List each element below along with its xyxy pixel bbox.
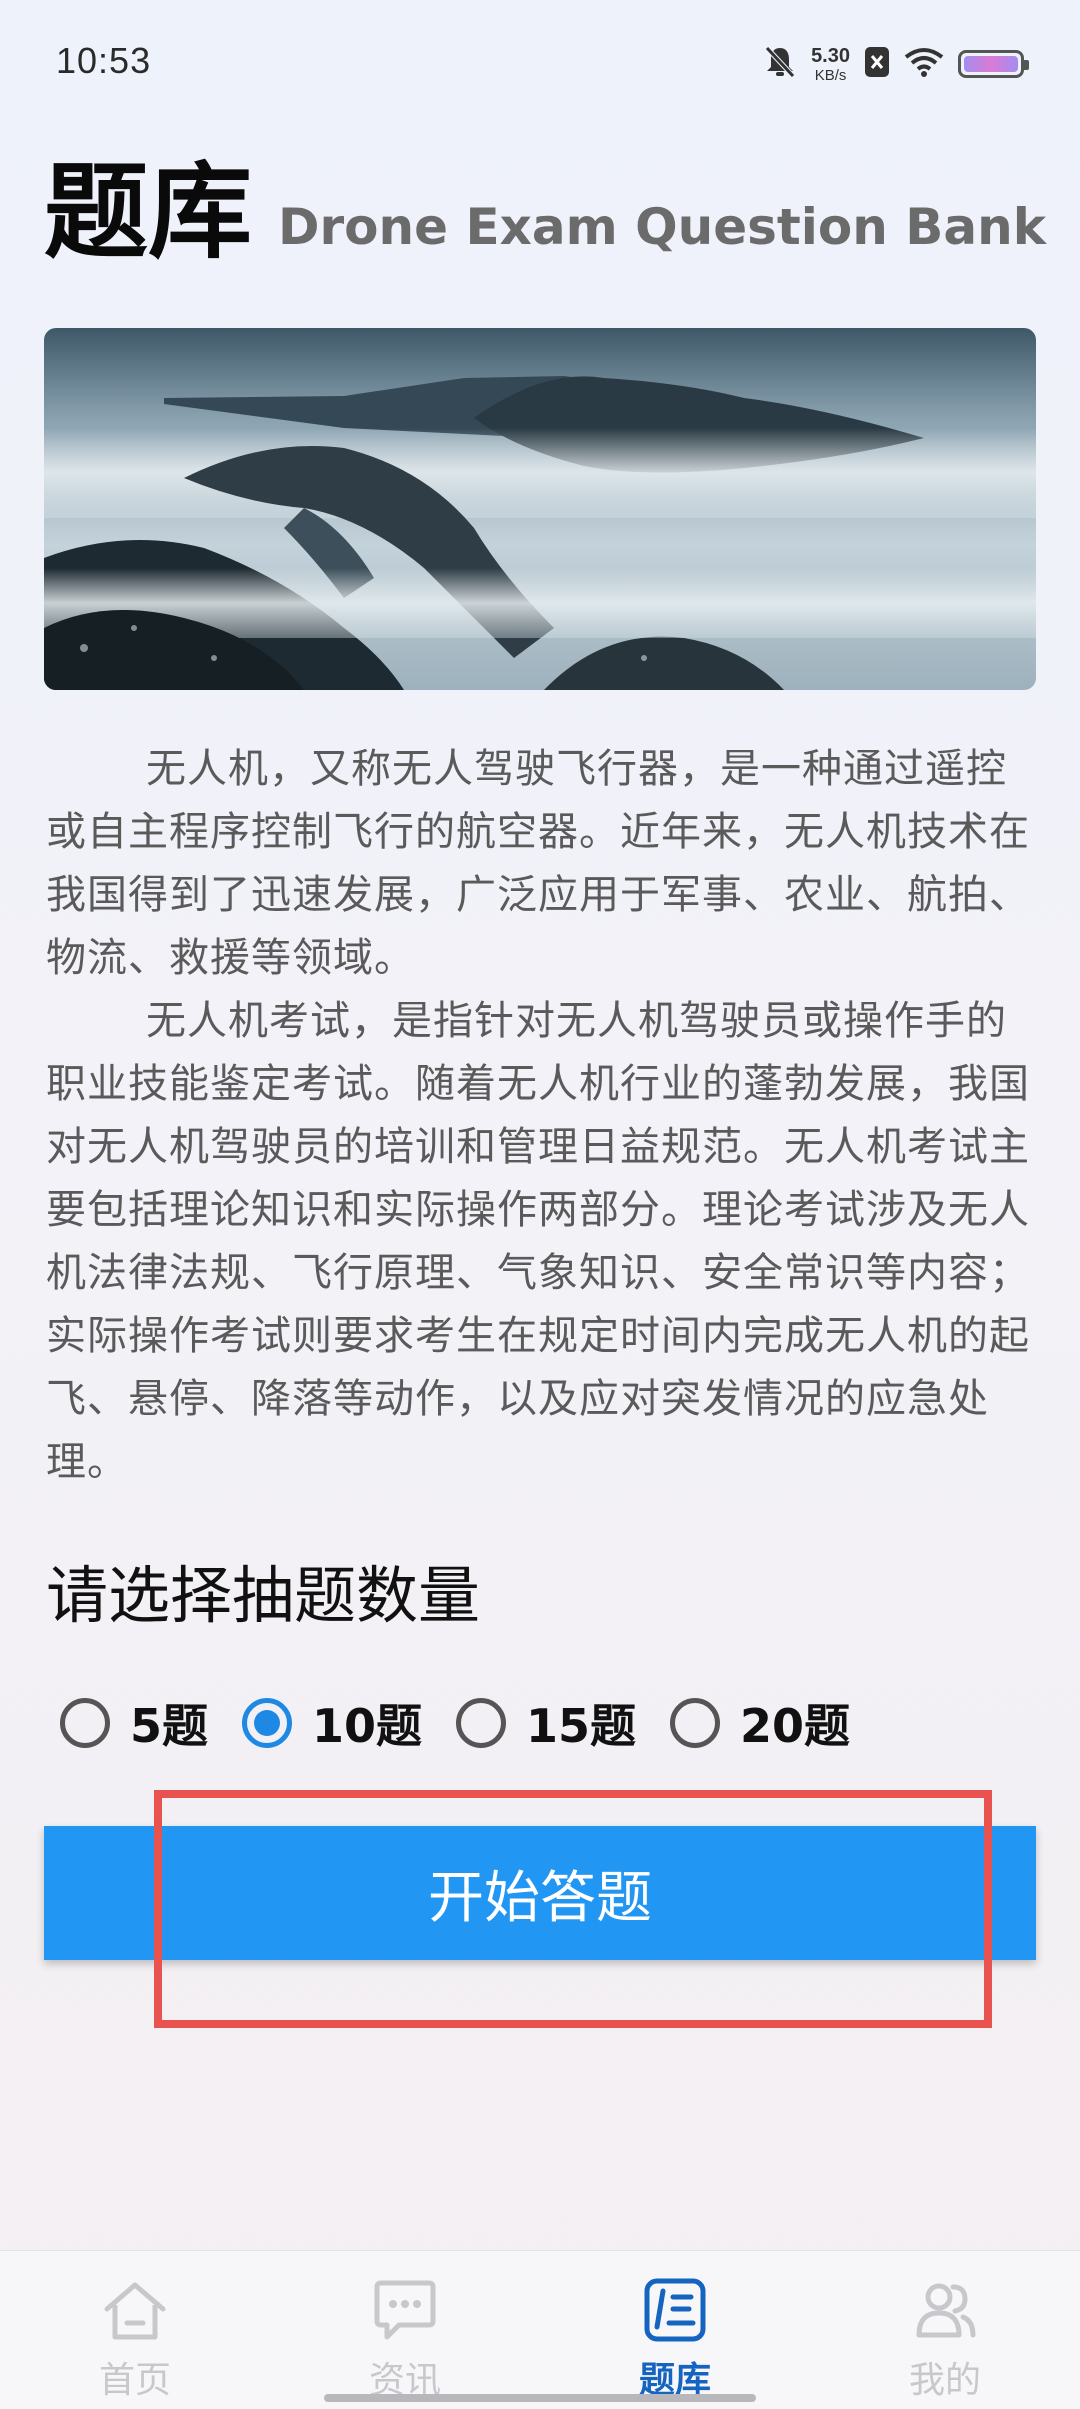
net-speed-value: 5.30 xyxy=(811,44,850,67)
radio-circle[interactable] xyxy=(670,1698,721,1748)
radio-option-20[interactable]: 20题 xyxy=(670,1690,850,1756)
home-indicator xyxy=(324,2394,756,2402)
bell-muted-icon xyxy=(763,44,797,84)
nav-label-home: 首页 xyxy=(98,2360,171,2401)
status-time: 10:53 xyxy=(56,40,152,81)
home-icon xyxy=(99,2277,171,2347)
battery-fill xyxy=(964,56,1018,72)
radio-label: 5题 xyxy=(130,1699,209,1753)
start-quiz-button[interactable]: 开始答题 xyxy=(44,1826,1036,1960)
question-bank-icon xyxy=(639,2277,711,2347)
intro-paragraph-2: 无人机考试，是指针对无人机驾驶员或操作手的职业技能鉴定考试。随着无人机行业的蓬勃… xyxy=(46,998,1030,1485)
net-speed: 5.30 KB/s xyxy=(811,46,850,83)
intro-paragraph-1: 无人机，又称无人驾驶飞行器，是一种通过遥控或自主程序控制飞行的航空器。近年来，无… xyxy=(46,746,1030,981)
radio-option-5[interactable]: 5题 xyxy=(60,1690,208,1756)
chat-icon xyxy=(369,2277,441,2347)
page-subtitle: Drone Exam Question Bank xyxy=(278,198,1046,256)
radio-circle[interactable] xyxy=(456,1698,507,1748)
radio-label: 20题 xyxy=(740,1699,851,1753)
nav-item-home[interactable]: 首页 xyxy=(0,2251,270,2409)
radio-circle[interactable] xyxy=(60,1698,110,1748)
page-heading: 题库 Drone Exam Question Bank xyxy=(44,160,1046,264)
question-count-radio-group: 5题 10题 15题 20题 xyxy=(60,1690,884,1756)
bottom-nav: 首页 资讯 题库 我的 xyxy=(0,2250,1080,2409)
wifi-icon xyxy=(904,47,944,81)
status-bar: 10:53 5.30 KB/s xyxy=(0,0,1080,120)
net-speed-unit: KB/s xyxy=(814,66,847,84)
nav-item-profile[interactable]: 我的 xyxy=(810,2251,1080,2409)
battery-icon xyxy=(958,50,1029,78)
nav-item-news[interactable]: 资讯 xyxy=(270,2251,540,2409)
intro-text: 无人机，又称无人驾驶飞行器，是一种通过遥控或自主程序控制飞行的航空器。近年来，无… xyxy=(46,738,1036,1494)
page-title: 题库 xyxy=(44,150,253,273)
radio-circle[interactable] xyxy=(242,1698,293,1748)
nav-label-profile: 我的 xyxy=(908,2360,981,2401)
radio-option-15[interactable]: 15题 xyxy=(456,1690,636,1756)
radio-option-10[interactable]: 10题 xyxy=(242,1690,422,1756)
status-icons: 5.30 KB/s xyxy=(763,36,1029,92)
question-count-title: 请选择抽题数量 xyxy=(46,1559,481,1632)
radio-label: 15题 xyxy=(526,1699,637,1753)
radio-label: 10题 xyxy=(312,1699,423,1753)
nav-item-question-bank[interactable]: 题库 xyxy=(540,2251,810,2409)
banner-image xyxy=(44,328,1036,690)
sim-x-icon xyxy=(864,46,890,82)
users-icon xyxy=(909,2277,981,2347)
